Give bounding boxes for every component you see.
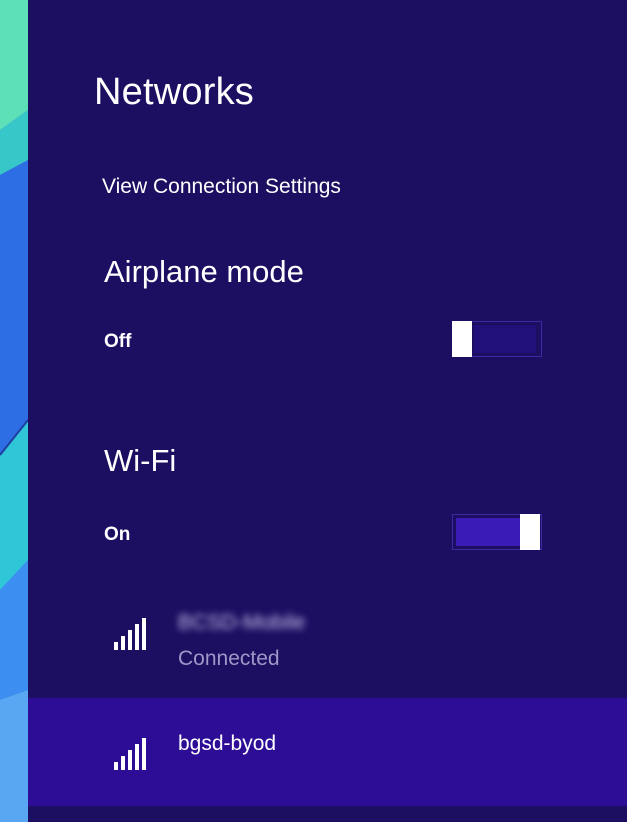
airplane-mode-state: Off: [104, 331, 132, 352]
network-status: Connected: [178, 647, 280, 670]
wifi-toggle[interactable]: [452, 514, 542, 552]
wifi-label: Wi-Fi: [104, 443, 177, 478]
desktop-wallpaper-strip: [0, 0, 28, 822]
network-item-selected[interactable]: bgsd-byod: [28, 698, 627, 806]
flyout-title: Networks: [94, 71, 254, 113]
toggle-thumb[interactable]: [452, 321, 472, 357]
toggle-fill: [474, 325, 536, 353]
view-connection-settings-link[interactable]: View Connection Settings: [102, 174, 341, 200]
network-name: BCSD-Mobile: [178, 611, 306, 634]
airplane-mode-toggle[interactable]: [452, 321, 542, 359]
wifi-signal-icon: [114, 738, 148, 770]
airplane-mode-label: Airplane mode: [104, 254, 304, 289]
toggle-fill: [456, 518, 520, 546]
wifi-state: On: [104, 524, 131, 545]
network-item[interactable]: BCSD-Mobile Connected: [28, 600, 627, 696]
toggle-thumb[interactable]: [520, 514, 540, 550]
wifi-signal-icon: [114, 618, 148, 650]
networks-flyout: Networks View Connection Settings Airpla…: [28, 0, 627, 822]
network-name: bgsd-byod: [178, 732, 277, 755]
